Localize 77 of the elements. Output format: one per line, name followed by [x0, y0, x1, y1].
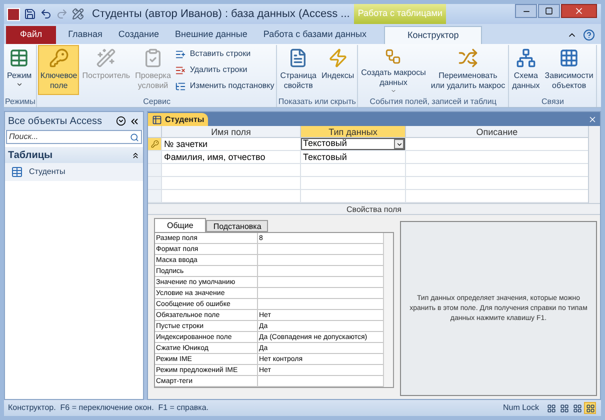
group-header[interactable]: Таблицы: [5, 147, 143, 163]
maximize-button[interactable]: [538, 4, 560, 18]
maximize-icon: [545, 7, 553, 15]
nav-item[interactable]: Студенты: [5, 163, 143, 181]
window-title: Студенты (автор Иванов) : база данных (Access ...: [92, 6, 350, 22]
pane-title: Все объекты Access: [8, 114, 102, 128]
context-tab-label: Работа с таблицами: [354, 4, 446, 24]
ribbon-button[interactable]: Индексы: [320, 45, 356, 95]
ribbon-button[interactable]: Удалить строки: [174, 62, 276, 78]
ribbon-button[interactable]: Создать макросы данных: [359, 45, 428, 95]
column-header: Тип данных: [300, 126, 405, 137]
delete-rows-icon: [174, 64, 186, 76]
ribbon-tab[interactable]: Создание: [110, 26, 167, 44]
table-icon: [9, 48, 30, 68]
table-icon: [152, 114, 162, 124]
ribbon-tab[interactable]: Главная: [60, 26, 110, 44]
key-icon: [48, 48, 69, 68]
save-icon[interactable]: [24, 8, 36, 20]
status-text: Конструктор. F6 = переключение окон. F1 = справка.: [8, 402, 209, 414]
ribbon-group-label: Показать или скрыть: [278, 97, 356, 107]
property-tab[interactable]: Общие: [154, 218, 206, 232]
document-icon: [288, 48, 308, 68]
view-button[interactable]: [558, 402, 570, 414]
ribbon-tab[interactable]: Работа с базами данных: [255, 26, 374, 44]
dropdown-icon[interactable]: [116, 116, 126, 126]
property-tab[interactable]: Подстановка: [206, 220, 268, 232]
collapse-icon: [131, 150, 140, 160]
clipboard-check-icon: [143, 48, 163, 68]
lightning-icon: [328, 48, 348, 68]
wand-icon: [96, 48, 116, 68]
file-tab[interactable]: Файл: [6, 26, 56, 44]
help-icon[interactable]: [583, 29, 595, 41]
close-icon[interactable]: [588, 115, 597, 124]
document-tab[interactable]: Студенты: [148, 113, 208, 126]
ribbon-button[interactable]: Ключевое поле: [38, 45, 80, 95]
view-icon: [572, 404, 582, 412]
list-icon: [174, 80, 186, 92]
ribbon-group-label: Сервис: [142, 97, 172, 107]
view-icon: [586, 404, 594, 412]
ribbon-button[interactable]: Зависимости объектов: [542, 45, 596, 95]
undo-icon[interactable]: [40, 8, 52, 20]
data-type-dropdown[interactable]: Текстовый: [301, 138, 405, 150]
ribbon-group-label: Связи: [540, 97, 565, 107]
view-icon: [560, 404, 568, 412]
ribbon-group-label: События полей, записей и таблиц: [368, 97, 498, 107]
table-cell: № зачетки: [161, 138, 300, 150]
ribbon-button[interactable]: Страница свойств: [278, 45, 318, 95]
shuffle-icon: [458, 48, 478, 68]
table-cell-text: Текстовый: [302, 151, 348, 163]
view-button[interactable]: [571, 402, 583, 414]
network-icon: [516, 48, 536, 68]
ribbon-button[interactable]: Изменить подстановку: [174, 78, 276, 94]
view-button[interactable]: [545, 402, 557, 414]
close-button[interactable]: [561, 4, 597, 18]
ribbon-button[interactable]: Вставить строки: [174, 46, 276, 62]
table-icon: [11, 166, 23, 178]
ribbon-group-label: Режимы: [5, 97, 36, 107]
ribbon-tab[interactable]: Внешние данные: [167, 26, 256, 44]
ribbon-button[interactable]: Переименовать или удалить макрос: [428, 45, 508, 95]
app-logo-icon: [7, 8, 20, 20]
section-title: Свойства поля: [346, 204, 402, 214]
search-field[interactable]: Поиск...: [7, 131, 130, 143]
key-icon: [150, 140, 158, 148]
search-icon[interactable]: [130, 132, 139, 142]
table-cell: Фамилия, имя, отчество: [161, 151, 300, 163]
ribbon-button[interactable]: Схема данных: [510, 45, 542, 95]
grid-icon: [559, 48, 580, 68]
collapse-pane-icon[interactable]: [129, 116, 140, 126]
view-button[interactable]: [584, 402, 596, 414]
ribbon-tab[interactable]: Конструктор: [384, 26, 482, 44]
insert-rows-icon: [174, 48, 186, 60]
close-icon: [574, 6, 584, 16]
num-lock-indicator: Num Lock: [502, 402, 539, 414]
search-box[interactable]: Поиск...: [6, 130, 142, 144]
view-icon: [546, 404, 556, 412]
row-selector[interactable]: [148, 138, 161, 150]
ribbon-button[interactable]: Режим: [5, 45, 34, 95]
